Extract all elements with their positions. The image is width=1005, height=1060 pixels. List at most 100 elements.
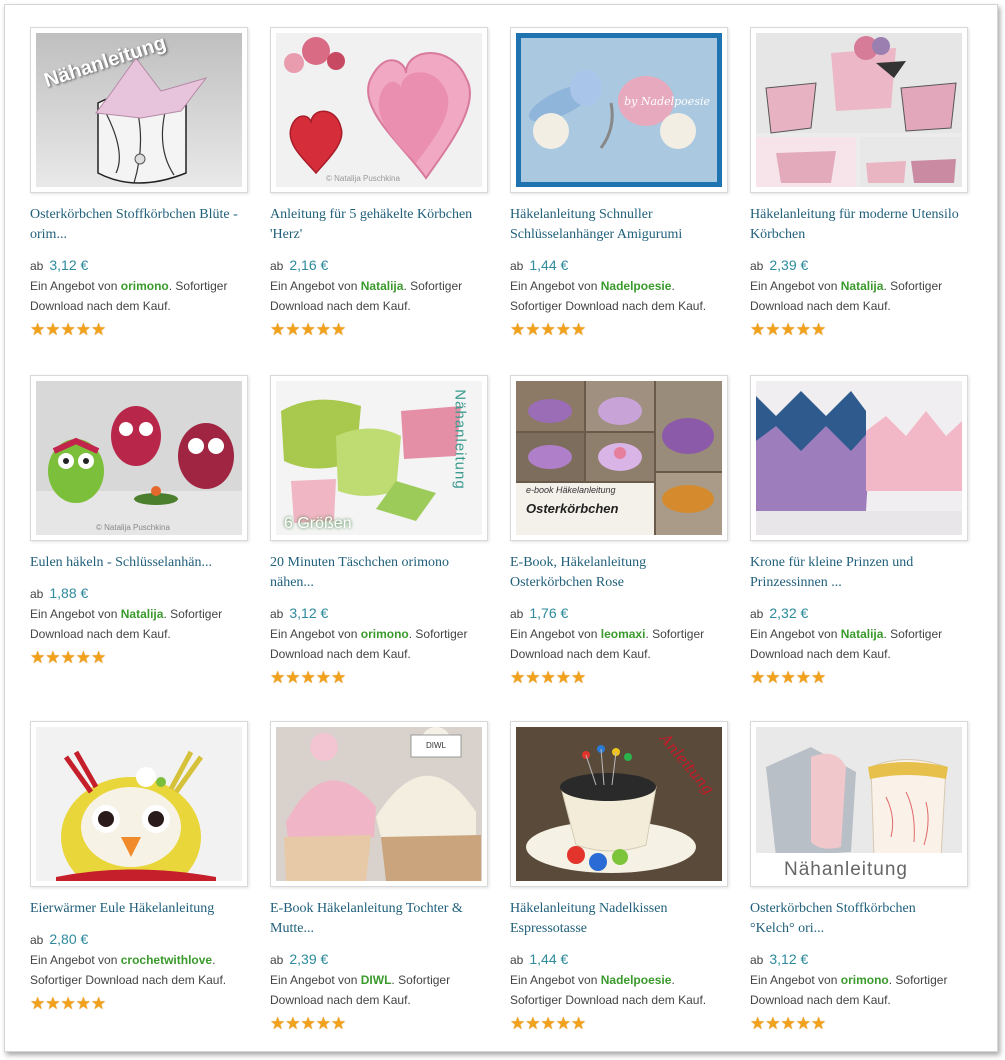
price-row: ab 1,44 €: [510, 950, 730, 968]
product-title-link[interactable]: Osterkörbchen Stoffkörbchen °Kelch° ori.…: [750, 899, 962, 939]
product-thumbnail-link[interactable]: Nähanleitung: [30, 27, 248, 193]
price-row: ab 2,16 €: [270, 256, 490, 274]
price-prefix: ab: [510, 953, 524, 967]
star-icon: ★: [91, 648, 107, 667]
star-icon: ★: [780, 1014, 796, 1033]
star-icon: ★: [300, 668, 316, 687]
price-row: ab 1,76 €: [510, 604, 730, 622]
product-title-link[interactable]: Häkelanleitung für moderne Utensilo Körb…: [750, 205, 962, 245]
seller-link[interactable]: Natalija: [121, 607, 164, 621]
star-icon: ★: [525, 320, 541, 339]
product-thumbnail-link[interactable]: Anleitung: [510, 721, 728, 887]
product-thumbnail-link[interactable]: [30, 721, 248, 887]
seller-link[interactable]: DIWL: [361, 973, 392, 987]
offer-text: Ein Angebot von orimono. Sofortiger Down…: [750, 970, 965, 1010]
offer-text: Ein Angebot von orimono. Sofortiger Down…: [30, 276, 245, 316]
seller-link[interactable]: orimono: [121, 279, 169, 293]
seller-link[interactable]: crochetwithlove: [121, 953, 212, 967]
offer-prefix: Ein Angebot von: [510, 627, 598, 641]
price-prefix: ab: [510, 259, 524, 273]
seller-link[interactable]: orimono: [361, 627, 409, 641]
product-card: e-book Häkelanleitung Osterkörbchen E-Bo…: [510, 375, 730, 686]
product-thumbnail-link[interactable]: Nähanleitung: [750, 721, 968, 887]
rating-stars: ★★★★★: [510, 669, 730, 686]
rating-stars: ★★★★★: [30, 648, 250, 667]
offer-text: Ein Angebot von Natalija. Sofortiger Dow…: [750, 276, 965, 316]
star-icon: ★: [331, 1014, 347, 1033]
star-icon: ★: [750, 1014, 766, 1033]
product-title-link[interactable]: Eulen häkeln - Schlüsselanhän...: [30, 553, 242, 573]
product-thumbnail-link[interactable]: Nähanleitung 6 Größen: [270, 375, 488, 541]
star-icon: ★: [300, 1014, 316, 1033]
star-icon: ★: [75, 320, 91, 339]
product-title-link[interactable]: Anleitung für 5 gehäkelte Körbchen 'Herz…: [270, 205, 482, 245]
product-image: Nähanleitung: [36, 33, 242, 187]
product-thumbnail-link[interactable]: © Natalija Puschkina: [30, 375, 248, 541]
product-thumbnail-link[interactable]: DIWL: [270, 721, 488, 887]
star-icon: ★: [315, 1014, 331, 1033]
product-image: [756, 381, 962, 535]
seller-link[interactable]: Natalija: [841, 279, 884, 293]
product-thumbnail-link[interactable]: © Natalija Puschkina: [270, 27, 488, 193]
star-icon: ★: [91, 994, 107, 1013]
offer-prefix: Ein Angebot von: [270, 627, 358, 641]
price-row: ab 3,12 €: [30, 256, 250, 274]
rating-stars: ★★★★★: [270, 320, 490, 339]
rating-stars: ★★★★★: [510, 320, 730, 339]
price-value: 2,39 €: [769, 257, 809, 273]
star-icon: ★: [811, 668, 827, 687]
price-value: 2,16 €: [289, 257, 329, 273]
product-title-link[interactable]: Eierwärmer Eule Häkelanleitung: [30, 899, 242, 919]
product-image: Anleitung: [516, 727, 722, 881]
star-icon: ★: [765, 668, 781, 687]
product-title-link[interactable]: Osterkörbchen Stoffkörbchen Blüte - orim…: [30, 205, 242, 245]
offer-text: Ein Angebot von orimono. Sofortiger Down…: [270, 624, 485, 664]
product-thumbnail-link[interactable]: [750, 375, 968, 541]
rating-stars: ★★★★★: [510, 1014, 730, 1033]
price-value: 2,80 €: [49, 931, 89, 947]
star-icon: ★: [75, 994, 91, 1013]
offer-prefix: Ein Angebot von: [750, 279, 838, 293]
offer-prefix: Ein Angebot von: [30, 607, 118, 621]
product-thumbnail-link[interactable]: by Nadelpoesie: [510, 27, 728, 193]
star-icon: ★: [780, 320, 796, 339]
product-title-link[interactable]: E-Book Häkelanleitung Tochter & Mutte...: [270, 899, 482, 939]
price-prefix: ab: [510, 607, 524, 621]
seller-link[interactable]: Nadelpoesie: [601, 279, 672, 293]
offer-text: Ein Angebot von Natalija. Sofortiger Dow…: [30, 604, 245, 644]
star-icon: ★: [285, 668, 301, 687]
seller-link[interactable]: Nadelpoesie: [601, 973, 672, 987]
seller-link[interactable]: orimono: [841, 973, 889, 987]
price-row: ab 1,44 €: [510, 256, 730, 274]
offer-prefix: Ein Angebot von: [30, 279, 118, 293]
star-icon: ★: [331, 668, 347, 687]
product-thumbnail-link[interactable]: [750, 27, 968, 193]
price-prefix: ab: [750, 953, 764, 967]
product-image: e-book Häkelanleitung Osterkörbchen: [516, 381, 722, 535]
price-prefix: ab: [30, 259, 44, 273]
price-value: 3,12 €: [289, 605, 329, 621]
star-icon: ★: [555, 1014, 571, 1033]
star-icon: ★: [60, 648, 76, 667]
star-icon: ★: [331, 320, 347, 339]
product-title-link[interactable]: E-Book, Häkelanleitung Osterkörbchen Ros…: [510, 553, 722, 593]
product-card: Anleitung Häkelanleitung Nadelkissen Esp…: [510, 721, 730, 1032]
price-row: ab 2,39 €: [270, 950, 490, 968]
product-title-link[interactable]: Häkelanleitung Nadelkissen Espressotasse: [510, 899, 722, 939]
product-image: Nähanleitung 6 Größen: [276, 381, 482, 535]
product-title-link[interactable]: 20 Minuten Täschchen orimono nähen...: [270, 553, 482, 593]
seller-link[interactable]: Natalija: [361, 279, 404, 293]
star-icon: ★: [811, 1014, 827, 1033]
seller-link[interactable]: Natalija: [841, 627, 884, 641]
product-card: Häkelanleitung für moderne Utensilo Körb…: [750, 27, 970, 338]
star-icon: ★: [285, 1014, 301, 1033]
offer-prefix: Ein Angebot von: [510, 279, 598, 293]
product-title-link[interactable]: Krone für kleine Prinzen und Prinzessinn…: [750, 553, 962, 593]
product-thumbnail-link[interactable]: e-book Häkelanleitung Osterkörbchen: [510, 375, 728, 541]
seller-link[interactable]: leomaxi: [601, 627, 646, 641]
star-icon: ★: [571, 320, 587, 339]
star-icon: ★: [750, 668, 766, 687]
product-title-link[interactable]: Häkelanleitung Schnuller Schlüsselanhäng…: [510, 205, 722, 245]
price-prefix: ab: [30, 587, 44, 601]
star-icon: ★: [60, 994, 76, 1013]
